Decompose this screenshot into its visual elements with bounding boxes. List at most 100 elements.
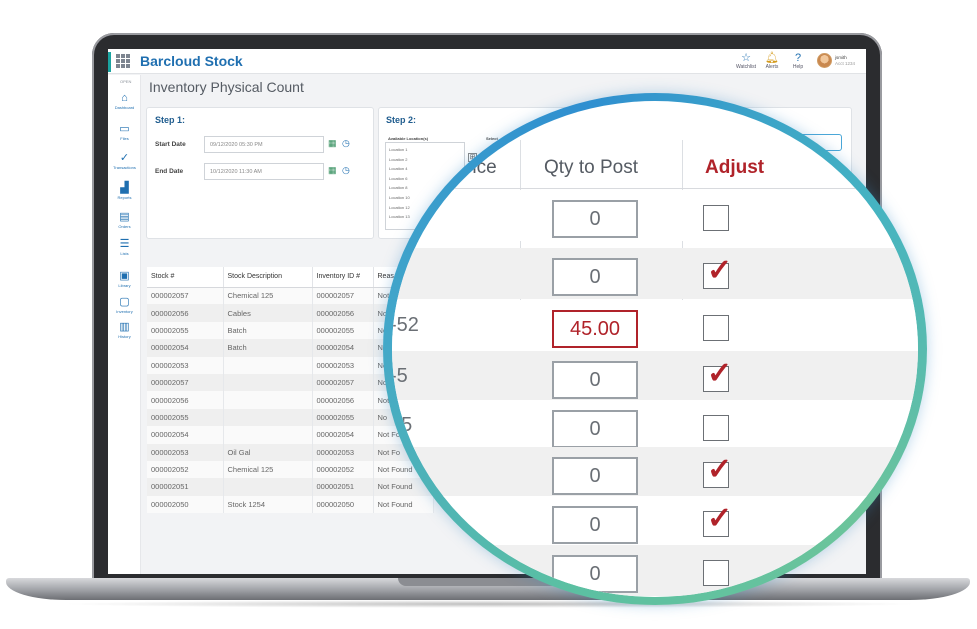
user-sub: Acct 1234 bbox=[835, 61, 856, 66]
qty-to-post-input[interactable]: 0 bbox=[552, 361, 638, 399]
col-header-description[interactable]: Stock Description bbox=[223, 267, 313, 288]
sidebar-item-label: History bbox=[118, 334, 131, 339]
header-tool-help[interactable]: ? Help bbox=[785, 52, 811, 70]
magnified-row bbox=[392, 300, 918, 351]
qty-to-post-input[interactable]: 0 bbox=[552, 457, 638, 495]
sidebar: OPEN ⌂ Dashboard ▭ Files ✓ Transactions … bbox=[108, 75, 141, 574]
sidebar-item-dashboard[interactable]: ⌂ Dashboard bbox=[108, 92, 141, 110]
table-cell: 000002052 bbox=[312, 460, 374, 479]
variance-value: -5 bbox=[392, 365, 408, 387]
table-row[interactable]: 000002051000002051Not Found bbox=[147, 478, 434, 496]
col-header-inventory-id[interactable]: Inventory ID # bbox=[312, 267, 374, 288]
check-circle-icon: ✓ bbox=[119, 152, 130, 164]
table-cell: 000002057 bbox=[147, 373, 224, 392]
adjust-checkbox[interactable] bbox=[703, 415, 729, 441]
table-cell: 000002053 bbox=[147, 356, 224, 374]
sidebar-item-inventory[interactable]: ▢ Inventory bbox=[108, 296, 141, 314]
table-cell: Chemical 125 bbox=[223, 287, 313, 305]
start-date-input[interactable]: 09/12/2020 05:30 PM bbox=[204, 136, 324, 153]
sidebar-item-label: Reports bbox=[117, 195, 132, 200]
table-cell: 000002057 bbox=[312, 287, 374, 305]
qty-to-post-input[interactable]: 0 bbox=[552, 258, 638, 296]
table-cell bbox=[223, 426, 313, 444]
adjust-checkbox[interactable]: ✓ bbox=[703, 502, 732, 537]
qty-to-post-input[interactable]: 0 bbox=[552, 555, 638, 593]
sidebar-item-history[interactable]: ▥ History bbox=[108, 321, 141, 339]
table-cell: 000002050 bbox=[147, 495, 224, 514]
col-header-stock[interactable]: Stock # bbox=[147, 267, 224, 288]
table-cell: 000002054 bbox=[147, 426, 224, 444]
clock-icon[interactable]: ◷ bbox=[342, 138, 350, 149]
table-cell bbox=[223, 391, 313, 409]
table-row[interactable]: 000002052Chemical 125000002052Not Found bbox=[147, 460, 434, 479]
sidebar-item-label: Files bbox=[120, 136, 129, 141]
laptop-shadow bbox=[60, 600, 920, 608]
adjust-checkbox[interactable] bbox=[703, 315, 729, 341]
adjust-checkbox[interactable] bbox=[703, 205, 729, 231]
sidebar-item-label: Orders bbox=[118, 224, 131, 229]
app-grid-icon[interactable] bbox=[115, 53, 131, 69]
question-icon: ? bbox=[794, 52, 802, 64]
calendar-icon[interactable]: ▦ bbox=[328, 138, 337, 149]
adjust-checkbox[interactable]: ✓ bbox=[703, 453, 732, 488]
table-cell: 000002054 bbox=[312, 426, 374, 444]
user-info[interactable]: jsmith Acct 1234 bbox=[835, 55, 855, 67]
qty-to-post-input[interactable]: 0 bbox=[552, 506, 638, 544]
table-row[interactable]: 000002050Stock 1254000002050Not Found bbox=[147, 495, 434, 514]
avatar[interactable] bbox=[817, 53, 832, 68]
sidebar-item-label: Library bbox=[118, 283, 131, 288]
qty-to-post-input[interactable]: 0 bbox=[552, 200, 638, 238]
header-divider bbox=[392, 188, 918, 189]
header-tool-label: Alerts bbox=[765, 64, 779, 70]
end-date-input[interactable]: 10/12/2020 11:30 AM bbox=[204, 163, 324, 180]
sidebar-item-orders[interactable]: ▤ Orders bbox=[108, 211, 141, 229]
table-cell: 000002054 bbox=[147, 339, 224, 357]
variance-header: nce bbox=[466, 157, 497, 178]
sidebar-item-reports[interactable]: ▟ Reports bbox=[108, 182, 141, 200]
qty-to-post-input[interactable]: 45.00 bbox=[552, 310, 638, 348]
end-date-label: End Date bbox=[155, 168, 184, 175]
table-row[interactable]: 000002055 000002055 No bbox=[147, 408, 434, 427]
table-cell: 000002051 bbox=[312, 478, 374, 496]
table-cell: 000002056 bbox=[312, 391, 374, 409]
sidebar-item-label: Inventory bbox=[116, 309, 133, 314]
table-cell: 000002052 bbox=[147, 460, 224, 479]
qty-to-post-input[interactable]: 0 bbox=[552, 410, 638, 448]
sidebar-item-library[interactable]: ▣ Library bbox=[108, 270, 141, 288]
variance-value: 25 bbox=[392, 414, 413, 436]
table-cell bbox=[223, 478, 313, 496]
header-tool-label: Help bbox=[792, 64, 804, 70]
adjust-checkbox[interactable]: ✓ bbox=[703, 254, 732, 289]
table-cell: 000002056 bbox=[312, 304, 374, 322]
sidebar-item-label: Lists bbox=[120, 251, 129, 256]
sidebar-item-files[interactable]: ▭ Files bbox=[108, 123, 141, 141]
qty-to-post-header: Qty to Post bbox=[544, 157, 638, 178]
table-row[interactable]: 000002054 000002054 Not Fo bbox=[147, 426, 434, 444]
table-cell: Chemical 125 bbox=[223, 460, 313, 479]
table-cell: 000002057 bbox=[312, 373, 374, 392]
table-cell bbox=[223, 356, 313, 374]
table-cell bbox=[223, 408, 313, 427]
image-icon: ▣ bbox=[119, 270, 130, 282]
header-tool-alerts[interactable]: 🔔︎ Alerts bbox=[759, 52, 785, 70]
clock-icon[interactable]: ◷ bbox=[342, 165, 350, 176]
sidebar-item-lists[interactable]: ☰ Lists bbox=[108, 238, 141, 256]
adjust-checkbox[interactable] bbox=[703, 560, 729, 586]
magnified-row bbox=[392, 351, 918, 402]
home-icon: ⌂ bbox=[121, 92, 128, 104]
check-icon: ✓ bbox=[707, 502, 733, 535]
sidebar-item-transactions[interactable]: ✓ Transactions bbox=[108, 152, 141, 170]
step1-label: Step 1: bbox=[155, 115, 186, 125]
header-tool-watchlist[interactable]: ☆ Watchlist bbox=[733, 52, 759, 70]
table-cell: Batch bbox=[223, 339, 313, 357]
calendar-icon[interactable]: ▦ bbox=[328, 165, 337, 176]
table-cell: Cables bbox=[223, 304, 313, 322]
table-cell bbox=[223, 373, 313, 392]
adjust-header: Adjust bbox=[705, 157, 765, 178]
folder-icon: ▭ bbox=[119, 123, 130, 135]
adjust-checkbox[interactable]: ✓ bbox=[703, 357, 732, 392]
page-title: Inventory Physical Count bbox=[149, 79, 304, 95]
table-header-row: Stock # Stock Description Inventory ID #… bbox=[147, 267, 434, 288]
table-row[interactable]: 000002053 Oil Gal 000002053 Not Fo bbox=[147, 443, 434, 461]
variance-value: -52 bbox=[392, 314, 419, 336]
